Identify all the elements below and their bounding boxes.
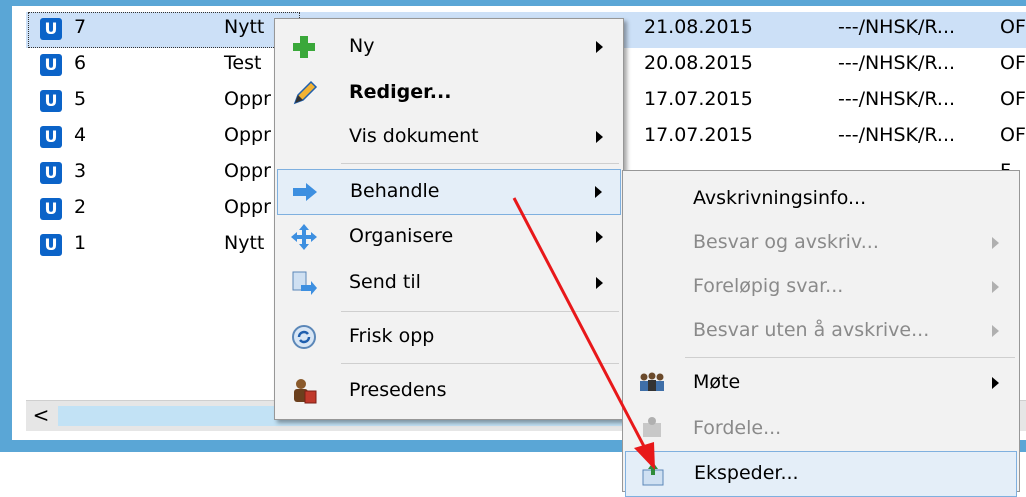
row-title: Oppr (224, 88, 271, 110)
submenu-item-ekspeder[interactable]: Ekspeder... (625, 451, 1017, 497)
window-frame-left (0, 0, 12, 452)
menu-separator (341, 163, 619, 164)
row-reference: ---/NHSK/R... (838, 88, 956, 110)
submenu-item-besvar-og-avskriv[interactable]: Besvar og avskriv... (625, 221, 1017, 265)
row-extra: OF (1000, 16, 1026, 38)
row-extra: OF (1000, 52, 1026, 74)
menu-item-behandle[interactable]: Behandle (277, 169, 621, 215)
row-id: 4 (74, 124, 87, 146)
refresh-icon (292, 325, 316, 349)
document-status-icon: U (40, 162, 62, 184)
row-title: Oppr (224, 124, 271, 146)
distribute-icon (643, 417, 661, 437)
pencil-icon (293, 80, 318, 105)
menu-item-label: Rediger... (349, 81, 452, 103)
dispatch-icon (642, 462, 664, 486)
menu-item-label: Besvar og avskriv... (693, 231, 879, 253)
submenu-arrow-icon (992, 237, 999, 249)
menu-item-label: Besvar uten å avskrive... (693, 319, 930, 341)
submenu-arrow-icon (992, 377, 999, 389)
submenu-item-forelopig-svar[interactable]: Foreløpig svar... (625, 265, 1017, 309)
row-extra: OF (1000, 124, 1026, 146)
row-date: 17.07.2015 (644, 124, 753, 146)
menu-item-label: Behandle (350, 180, 440, 202)
submenu-arrow-icon (992, 325, 999, 337)
submenu-arrow-icon (596, 41, 603, 53)
row-reference: ---/NHSK/R... (838, 52, 956, 74)
submenu-item-besvar-uten-a-avskrive[interactable]: Besvar uten å avskrive... (625, 309, 1017, 353)
menu-item-label: Organisere (349, 225, 454, 247)
row-title: Oppr (224, 160, 271, 182)
menu-item-vis-dokument[interactable]: Vis dokument (277, 115, 621, 159)
row-date: 21.08.2015 (644, 16, 753, 38)
row-id: 6 (74, 52, 87, 74)
submenu-arrow-icon (596, 131, 603, 143)
context-menu: Ny Rediger... Vis dokument Behandle Orga… (274, 18, 624, 420)
row-reference: ---/NHSK/R... (838, 16, 956, 38)
submenu-arrow-icon (596, 277, 603, 289)
menu-item-label: Frisk opp (349, 325, 435, 347)
focus-rectangle (28, 12, 300, 48)
submenu-item-fordele[interactable]: Fordele... (625, 407, 1017, 451)
row-id: 2 (74, 196, 87, 218)
menu-item-label: Presedens (349, 379, 447, 401)
menu-separator (685, 357, 1015, 358)
blue-arrow-icon (293, 183, 317, 201)
menu-item-label: Foreløpig svar... (693, 275, 844, 297)
document-status-icon: U (40, 234, 62, 256)
row-id: 3 (74, 160, 87, 182)
menu-item-label: Vis dokument (349, 125, 479, 147)
row-extra: OF (1000, 88, 1026, 110)
row-title: Nytt (224, 232, 265, 254)
menu-item-label: Møte (693, 371, 741, 393)
submenu-arrow-icon (595, 186, 602, 198)
row-date: 20.08.2015 (644, 52, 753, 74)
submenu-item-avskrivningsinfo[interactable]: Avskrivningsinfo... (625, 177, 1017, 221)
menu-item-label: Fordele... (693, 417, 782, 439)
behandle-submenu: Avskrivningsinfo... Besvar og avskriv...… (622, 170, 1020, 497)
submenu-arrow-icon (992, 281, 999, 293)
row-id: 5 (74, 88, 87, 110)
menu-separator (341, 311, 619, 312)
send-document-icon (292, 271, 317, 295)
document-status-icon: U (40, 54, 62, 76)
menu-item-send-til[interactable]: Send til (277, 261, 621, 305)
row-title: Test (224, 52, 262, 74)
menu-item-rediger[interactable]: Rediger... (277, 71, 621, 115)
row-date: 17.07.2015 (644, 88, 753, 110)
scroll-left-button[interactable]: < (26, 401, 56, 431)
row-id: 1 (74, 232, 87, 254)
row-reference: ---/NHSK/R... (838, 124, 956, 146)
document-status-icon: U (40, 198, 62, 220)
menu-item-label: Ny (349, 35, 375, 57)
submenu-item-mote[interactable]: Møte (625, 361, 1017, 405)
menu-separator (341, 363, 619, 364)
menu-item-presedens[interactable]: Presedens (277, 369, 621, 413)
menu-item-label: Ekspeder... (694, 462, 799, 484)
people-book-icon (294, 379, 317, 404)
menu-item-label: Avskrivningsinfo... (693, 187, 867, 209)
meeting-people-icon (640, 372, 664, 391)
row-title: Oppr (224, 196, 271, 218)
green-plus-icon (293, 36, 315, 58)
document-status-icon: U (40, 90, 62, 112)
submenu-arrow-icon (596, 231, 603, 243)
menu-item-ny[interactable]: Ny (277, 25, 621, 69)
move-arrows-icon (291, 224, 317, 250)
menu-item-organisere[interactable]: Organisere (277, 215, 621, 259)
menu-item-label: Send til (349, 271, 421, 293)
menu-item-frisk-opp[interactable]: Frisk opp (277, 315, 621, 359)
document-status-icon: U (40, 126, 62, 148)
